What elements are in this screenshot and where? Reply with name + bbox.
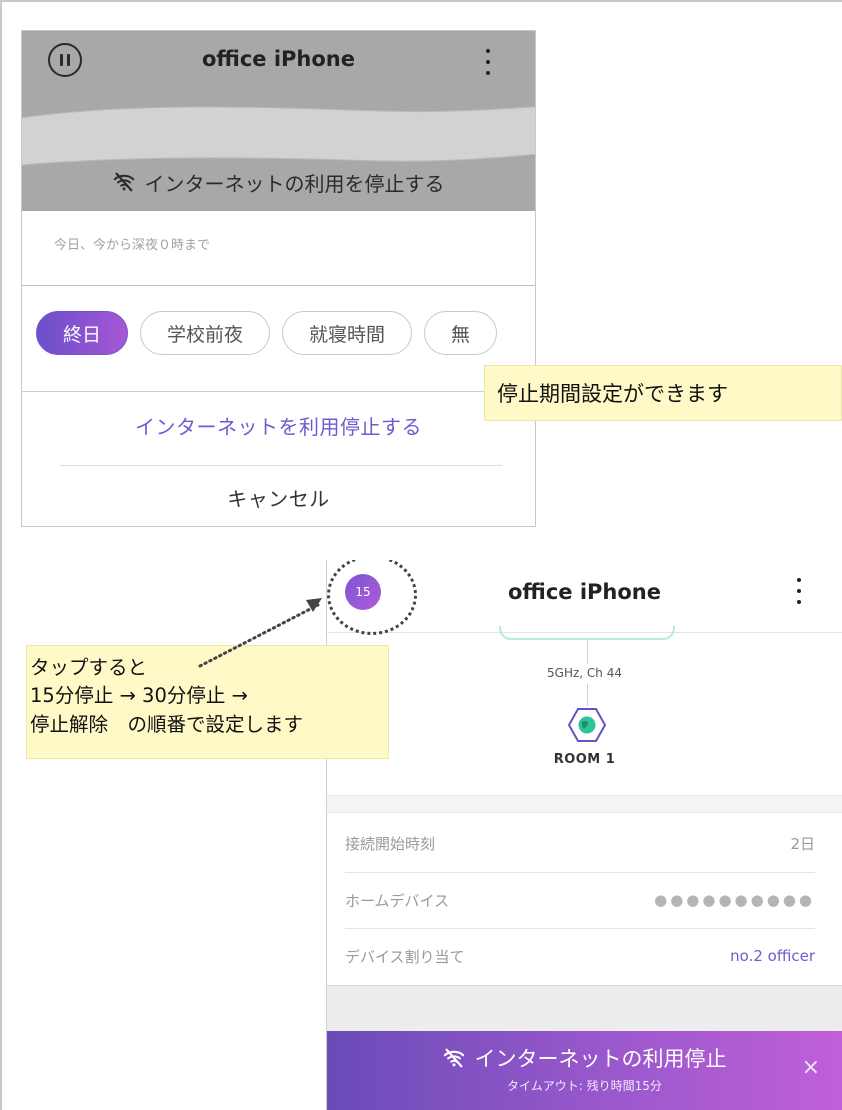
banner-title: インターネットの利用停止	[474, 1047, 727, 1071]
room-node-icon[interactable]	[568, 706, 606, 744]
annotation-text: 停止期間設定ができます	[497, 382, 728, 406]
annotation-line: タップすると	[30, 656, 148, 679]
stop-internet-row: インターネットの利用を停止する	[22, 156, 535, 208]
annotation-line: 15分停止 → 30分停止 →	[30, 684, 248, 708]
section-divider	[327, 795, 842, 813]
router-node-outline	[499, 626, 675, 640]
more-menu-icon[interactable]	[789, 578, 809, 604]
chip-all-day[interactable]: 終日	[36, 311, 129, 355]
device-title: office iPhone	[201, 47, 355, 71]
connection-line	[587, 684, 588, 706]
pause-settings-panel: office iPhone インターネットの利用を停止する 今日、今から深夜０時…	[21, 30, 536, 527]
divider	[22, 285, 535, 286]
room-label: ROOM 1	[553, 752, 616, 767]
row-label: デバイス割り当て	[345, 947, 465, 966]
row-value: ●●●●●●●●●●	[654, 891, 815, 909]
wifi-band-label: 5GHz, Ch 44	[547, 666, 622, 680]
info-row-device-assignment[interactable]: デバイス割り当て no.2 officer	[345, 928, 815, 984]
banner-timeout-text: タイムアウト: 残り時間15分	[507, 1079, 662, 1093]
row-value: no.2 officer	[730, 947, 815, 965]
panel-header: 15 office iPhone	[327, 560, 842, 635]
confirm-pause-button[interactable]: インターネットを利用停止する	[22, 411, 535, 440]
connection-line	[587, 640, 588, 664]
info-row-home-device[interactable]: ホームデバイス ●●●●●●●●●●	[345, 872, 815, 928]
row-value: 2日	[790, 834, 815, 853]
chip-school-night[interactable]: 学校前夜	[140, 311, 271, 355]
annotation-line: 停止解除 の順番で設定します	[30, 712, 304, 736]
chip-bedtime[interactable]: 就寝時間	[282, 311, 413, 355]
spacer-band	[327, 985, 842, 1031]
annotation-callout-period: 停止期間設定ができます	[484, 365, 842, 421]
more-menu-icon[interactable]	[478, 49, 498, 75]
row-label: 接続開始時刻	[345, 834, 436, 853]
banner-title-row: インターネットの利用停止	[327, 1043, 842, 1073]
wifi-off-icon	[443, 1048, 464, 1068]
duration-chip-group: 終日 学校前夜 就寝時間 無	[36, 311, 498, 355]
pause-status-banner: インターネットの利用停止 タイムアウト: 残り時間15分 ×	[327, 1031, 842, 1110]
wifi-off-icon	[113, 172, 134, 192]
pause-range-text: 今日、今から深夜０時まで	[54, 238, 211, 253]
device-title: office iPhone	[507, 580, 661, 604]
annotation-callout-tap: タップすると 15分停止 → 30分停止 → 停止解除 の順番で設定します	[26, 645, 389, 759]
close-icon[interactable]: ×	[802, 1057, 820, 1079]
row-label: ホームデバイス	[345, 891, 450, 910]
chip-indefinite[interactable]: 無	[424, 311, 498, 355]
info-row-connected-since: 接続開始時刻 2日	[345, 815, 815, 871]
stop-internet-label: インターネットの利用を停止する	[144, 171, 445, 196]
divider	[60, 465, 502, 466]
divider	[22, 391, 535, 392]
cancel-button[interactable]: キャンセル	[22, 483, 535, 512]
device-detail-panel: 15 office iPhone 5GHz, Ch 44 ROOM 1 接続開始…	[326, 560, 842, 1110]
